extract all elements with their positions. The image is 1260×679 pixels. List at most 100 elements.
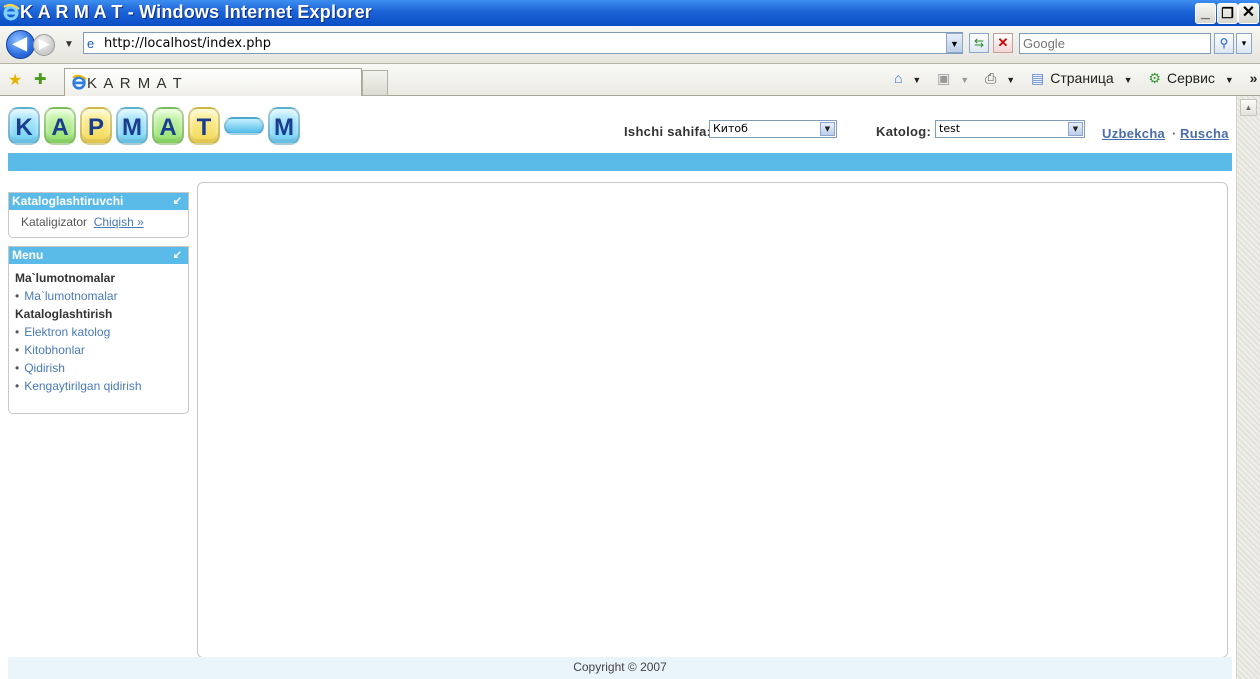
address-url[interactable]: http://localhost/index.php bbox=[104, 36, 271, 51]
refresh-icon: ⇆ bbox=[973, 36, 985, 50]
katolog-select[interactable]: test ▼ bbox=[935, 120, 1085, 138]
menu-item-kengaytirilgan-qidirish[interactable]: • Kengaytirilgan qidirish bbox=[15, 379, 142, 393]
logo-tile: M bbox=[116, 107, 148, 145]
bullet-icon: • bbox=[15, 379, 20, 393]
close-icon: ✕ bbox=[1241, 4, 1256, 21]
katolog-value: test bbox=[939, 122, 961, 135]
lang-separator: · bbox=[1172, 126, 1177, 141]
copyright-text: Copyright © 2007 bbox=[573, 660, 667, 674]
printer-icon: ⎙ bbox=[985, 70, 997, 86]
menu-item-label: Qidirish bbox=[24, 361, 65, 375]
menu-header[interactable]: Menu ↙ bbox=[9, 247, 188, 264]
page-icon: ▤ bbox=[1031, 70, 1045, 86]
search-input[interactable] bbox=[1020, 34, 1210, 53]
menu-item-label: Elektron katolog bbox=[24, 325, 111, 339]
address-dropdown-button[interactable]: ▼ bbox=[946, 33, 963, 53]
page-menu-button[interactable]: ▤ Страница ▼ bbox=[1031, 70, 1139, 86]
logo-tile: M bbox=[268, 107, 300, 145]
kataloglashtiruvchi-header[interactable]: Kataloglashtiruvchi ↙ bbox=[9, 193, 188, 210]
menu-item-malumotnomalar[interactable]: • Ma`lumotnomalar bbox=[15, 289, 118, 303]
menu-item-label: Kitobhonlar bbox=[24, 343, 85, 357]
user-role: Kataligizator bbox=[21, 215, 88, 229]
logo-dash bbox=[224, 117, 264, 135]
close-button[interactable]: ✕ bbox=[1238, 3, 1259, 24]
new-tab-button[interactable] bbox=[362, 70, 388, 96]
lang-ruscha-link[interactable]: Ruscha bbox=[1180, 126, 1229, 141]
search-icon: ⚲ bbox=[1219, 36, 1229, 50]
ishchi-sahifa-select[interactable]: Китоб ▼ bbox=[709, 120, 837, 138]
search-button[interactable]: ⚲ bbox=[1214, 33, 1234, 54]
menu-item-elektron-katolog[interactable]: • Elektron katolog bbox=[15, 325, 110, 339]
gear-icon: ⚙ bbox=[1148, 70, 1161, 86]
forward-button[interactable]: ▶ bbox=[33, 34, 55, 56]
lang-uzbekcha-link[interactable]: Uzbekcha bbox=[1102, 126, 1165, 141]
favorites-bar: ★ ✚ K A R M A T ⌂ ▼ ▣ ▼ ⎙ ▼ ▤ Страница ▼ … bbox=[0, 64, 1260, 96]
menu-item-qidirish[interactable]: • Qidirish bbox=[15, 361, 65, 375]
menu-item-label: Ma`lumotnomalar bbox=[24, 289, 118, 303]
collapse-icon[interactable]: ↙ bbox=[173, 247, 182, 263]
logo-tile: A bbox=[152, 107, 184, 145]
navigation-bar: ◀ ▶ ▼ e http://localhost/index.php ▼ ⇆ ✕… bbox=[0, 26, 1260, 64]
logo-tile: T bbox=[188, 107, 220, 145]
print-button[interactable]: ⎙ ▼ bbox=[985, 70, 1021, 86]
add-favorite-icon[interactable]: ✚ bbox=[34, 70, 47, 88]
user-line: Kataligizator Chiqish » bbox=[21, 215, 144, 229]
forward-arrow-icon: ▶ bbox=[39, 36, 49, 51]
back-button[interactable]: ◀ bbox=[6, 30, 35, 59]
search-options-button[interactable]: ▾ bbox=[1236, 33, 1252, 54]
search-box[interactable] bbox=[1019, 33, 1211, 54]
tools-menu-label: Сервис bbox=[1166, 70, 1215, 86]
ie-logo-icon bbox=[3, 3, 20, 21]
chevron-down-icon: ▾ bbox=[1241, 38, 1247, 48]
window-titlebar: K A R M A T - Windows Internet Explorer … bbox=[0, 0, 1260, 26]
tools-menu-button[interactable]: ⚙ Сервис ▼ bbox=[1148, 70, 1239, 86]
kataloglashtiruvchi-box: Kataloglashtiruvchi ↙ Kataligizator Chiq… bbox=[8, 192, 189, 238]
collapse-icon[interactable]: ↙ bbox=[173, 193, 182, 209]
bullet-icon: • bbox=[15, 289, 20, 303]
vertical-scrollbar[interactable]: ▲ bbox=[1236, 96, 1260, 679]
ishchi-sahifa-label: Ishchi sahifa: bbox=[624, 124, 712, 139]
menu-item-kitobhonlar[interactable]: • Kitobhonlar bbox=[15, 343, 85, 357]
restore-button[interactable]: ❐ bbox=[1217, 3, 1238, 24]
menu-section-heading: Ma`lumotnomalar bbox=[15, 271, 116, 285]
bullet-icon: • bbox=[15, 325, 20, 339]
main-content-panel bbox=[197, 182, 1228, 658]
stop-button[interactable]: ✕ bbox=[993, 33, 1013, 53]
logout-link[interactable]: Chiqish » bbox=[94, 215, 144, 229]
home-button[interactable]: ⌂ ▼ bbox=[894, 70, 927, 86]
address-bar[interactable]: e http://localhost/index.php bbox=[83, 32, 963, 54]
page-viewport: K A P M A T M Ishchi sahifa: Китоб ▼ Kat… bbox=[0, 96, 1260, 679]
scroll-up-arrow-icon[interactable]: ▲ bbox=[1240, 99, 1257, 116]
feeds-button[interactable]: ▣ ▼ bbox=[937, 70, 975, 86]
menu-box: Menu ↙ Ma`lumotnomalar • Ma`lumotnomalar … bbox=[8, 246, 189, 414]
window-title: K A R M A T - Windows Internet Explorer bbox=[20, 2, 372, 22]
back-arrow-icon: ◀ bbox=[13, 33, 27, 53]
menu-title: Menu bbox=[12, 248, 44, 262]
more-commands-chevron[interactable]: » bbox=[1250, 70, 1258, 86]
bullet-icon: • bbox=[15, 361, 20, 375]
feeds-icon: ▣ bbox=[937, 70, 951, 86]
stop-icon: ✕ bbox=[997, 35, 1009, 50]
recent-pages-dropdown-icon[interactable]: ▼ bbox=[64, 39, 74, 50]
minimize-button[interactable]: _ bbox=[1195, 3, 1216, 24]
chevron-down-icon[interactable]: ▼ bbox=[1068, 122, 1083, 136]
minimize-icon: _ bbox=[1201, 4, 1210, 21]
restore-icon: ❐ bbox=[1221, 5, 1234, 21]
kataloglashtiruvchi-title: Kataloglashtiruvchi bbox=[12, 194, 124, 208]
refresh-button[interactable]: ⇆ bbox=[969, 33, 989, 53]
menu-section-heading: Kataloglashtirish bbox=[15, 307, 113, 321]
logo-tile: A bbox=[44, 107, 76, 145]
bullet-icon: • bbox=[15, 343, 20, 357]
home-icon: ⌂ bbox=[894, 70, 903, 86]
browser-tab[interactable]: K A R M A T bbox=[64, 68, 362, 96]
logo-tile: K bbox=[8, 107, 40, 145]
logo-tile: P bbox=[80, 107, 112, 145]
katolog-label: Katolog: bbox=[876, 124, 932, 139]
command-bar: ⌂ ▼ ▣ ▼ ⎙ ▼ ▤ Страница ▼ ⚙ Сервис ▼ » bbox=[894, 70, 1260, 87]
page-icon: e bbox=[87, 36, 95, 51]
footer: Copyright © 2007 bbox=[8, 657, 1232, 679]
chevron-down-icon[interactable]: ▼ bbox=[820, 122, 835, 136]
favorites-star-icon[interactable]: ★ bbox=[8, 70, 22, 90]
page-menu-label: Страница bbox=[1050, 70, 1114, 86]
karmat-logo: K A P M A T M bbox=[8, 106, 300, 146]
